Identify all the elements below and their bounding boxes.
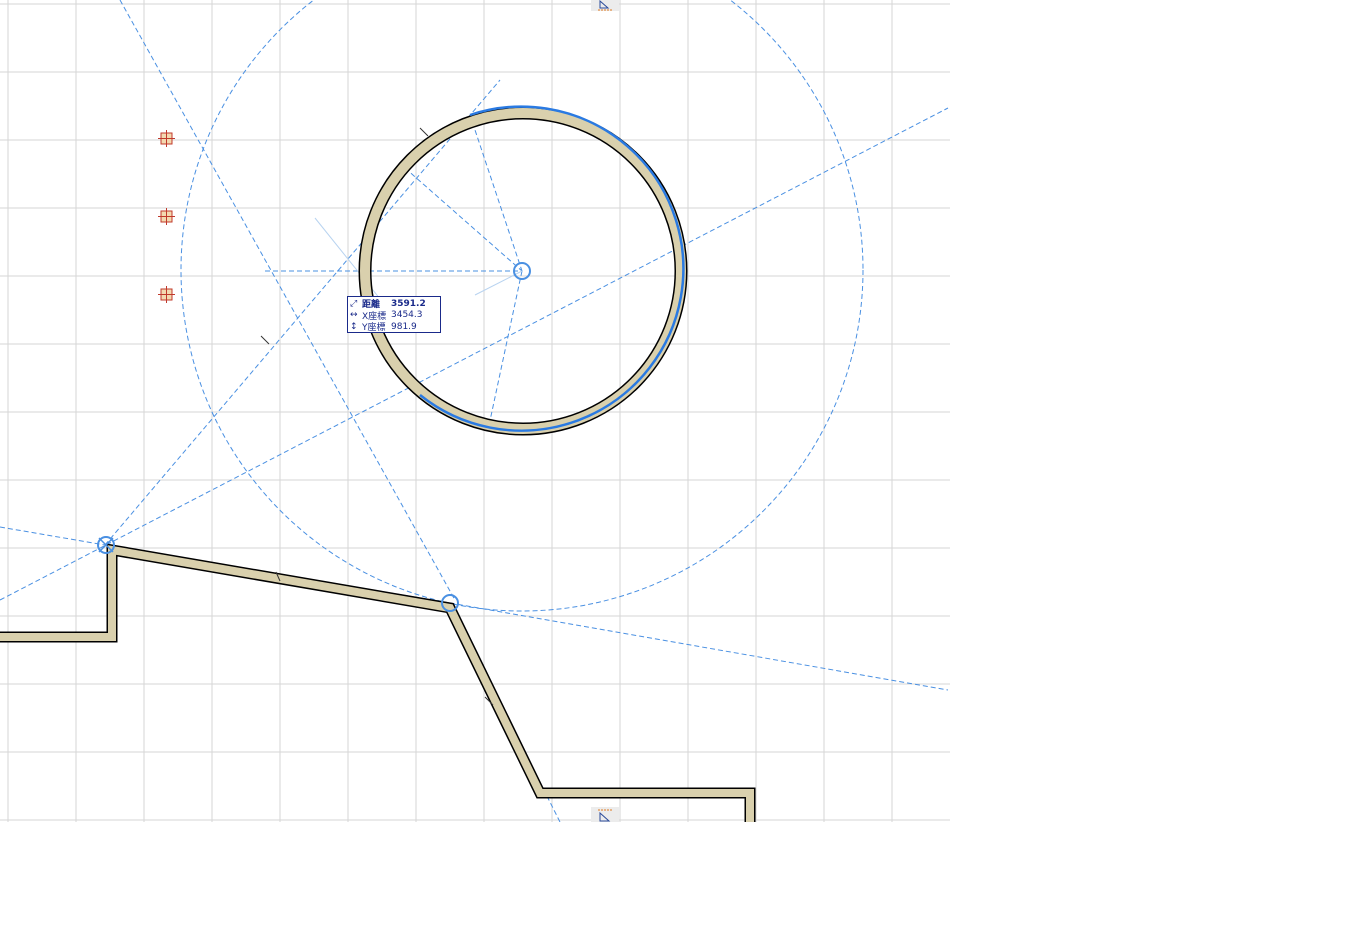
section-marker-icon[interactable] — [591, 807, 619, 822]
tracker-label: Y座標 — [362, 323, 386, 334]
x-axis-icon: ↔ — [350, 310, 358, 321]
hotspot-icon[interactable] — [158, 208, 175, 225]
hotspot-icon[interactable] — [158, 286, 175, 303]
drawing-canvas[interactable]: ⤢ 距離 3591.2 ↔ X座標 3454.3 ↕ Y座標 981.9 — [0, 0, 950, 822]
y-axis-icon: ↕ — [350, 321, 358, 332]
section-marker-icon[interactable] — [591, 0, 619, 11]
hotspot-icon[interactable] — [158, 130, 175, 147]
tracker-value: 981.9 — [391, 321, 417, 332]
distance-icon: ⤢ — [350, 298, 358, 309]
tracker-row-y: ↕ Y座標 981.9 — [350, 321, 438, 334]
tracker-value: 3454.3 — [391, 310, 423, 321]
tracker-value: 3591.2 — [391, 298, 426, 309]
wall-circular[interactable] — [358, 105, 688, 436]
floor-plan[interactable] — [0, 0, 950, 822]
coordinate-tracker: ⤢ 距離 3591.2 ↔ X座標 3454.3 ↕ Y座標 981.9 — [347, 296, 441, 333]
